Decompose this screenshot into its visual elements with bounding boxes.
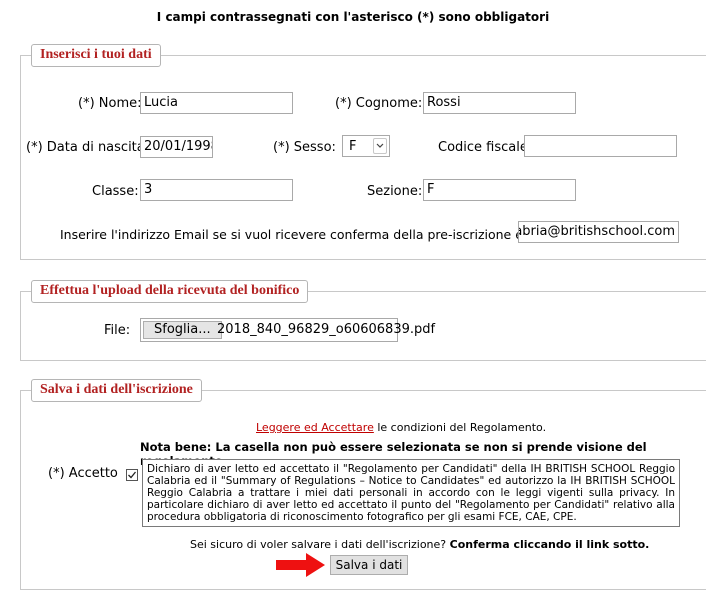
save-button[interactable]: Salva i dati [330, 555, 408, 575]
browse-button[interactable]: Sfoglia... [143, 321, 222, 339]
data-nascita-label: (*) Data di nascita: [26, 140, 150, 155]
sesso-select[interactable]: F [342, 135, 390, 157]
codice-fiscale-input[interactable] [524, 135, 677, 157]
email-value: abria@britishschool.com [518, 224, 675, 239]
chevron-down-icon [373, 138, 387, 154]
classe-input[interactable]: 3 [140, 179, 293, 201]
terms-textarea[interactable]: Dichiaro di aver letto ed accettato il "… [142, 459, 680, 527]
file-label: File: [104, 323, 131, 338]
file-input[interactable]: Sfoglia... 2018_840_96829_o60606839.pdf [140, 318, 435, 342]
sesso-label: (*) Sesso: [273, 140, 336, 155]
accetto-checkbox[interactable] [126, 469, 138, 481]
regulation-text: le condizioni del Regolamento. [373, 421, 547, 434]
red-arrow-icon [276, 553, 325, 577]
sesso-selected-value: F [349, 139, 357, 154]
cognome-label: (*) Cognome: [335, 96, 423, 111]
nome-input[interactable]: Lucia [140, 92, 293, 114]
confirm-question: Sei sicuro di voler salvare i dati dell'… [190, 538, 649, 551]
selected-file-name: 2018_840_96829_o60606839.pdf [217, 322, 436, 337]
sezione-input[interactable]: F [423, 179, 576, 201]
accetto-label: (*) Accetto [48, 466, 118, 481]
cognome-input[interactable]: Rossi [423, 92, 576, 114]
personal-data-legend: Inserisci i tuoi dati [31, 44, 161, 67]
nome-label: (*) Nome: [78, 96, 142, 111]
checkmark-icon [128, 471, 137, 479]
required-fields-note: I campi contrassegnati con l'asterisco (… [156, 10, 550, 24]
sezione-label: Sezione: [367, 184, 423, 199]
classe-label: Classe: [92, 184, 139, 199]
codice-fiscale-label: Codice fiscale: [438, 140, 533, 155]
read-regulation-link[interactable]: Leggere ed Accettare [256, 421, 374, 434]
confirm-question-bold: Conferma cliccando il link sotto. [449, 538, 650, 551]
confirm-question-text: Sei sicuro di voler salvare i dati dell'… [190, 538, 450, 551]
email-input[interactable]: abria@britishschool.com [518, 221, 679, 243]
save-legend: Salva i dati dell'iscrizione [31, 379, 202, 402]
upload-legend: Effettua l'upload della ricevuta del bon… [31, 280, 309, 303]
data-nascita-input[interactable]: 20/01/1998 [140, 136, 213, 158]
regulation-line: Leggere ed Accettare le condizioni del R… [256, 421, 546, 434]
